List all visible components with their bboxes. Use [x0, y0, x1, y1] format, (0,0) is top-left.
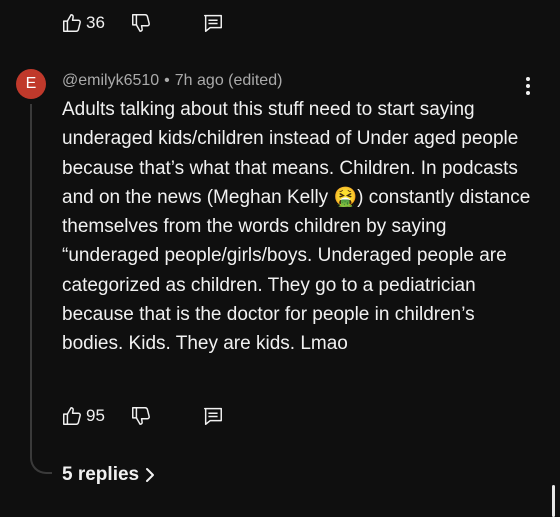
comment-meta: @emilyk6510 • 7h ago (edited) — [62, 72, 282, 90]
thumbs-down-icon[interactable] — [129, 11, 153, 35]
author-handle[interactable]: @emilyk6510 — [62, 72, 159, 89]
thumbs-down-icon[interactable] — [129, 404, 153, 428]
reply-comment-icon[interactable] — [201, 11, 225, 35]
previous-comment-actions: 36 — [60, 11, 225, 35]
view-replies-button[interactable]: 5 replies — [62, 464, 155, 486]
comment-timestamp: 7h ago (edited) — [174, 72, 283, 89]
like-count: 36 — [86, 13, 105, 32]
avatar[interactable]: E — [16, 69, 46, 99]
like-count: 95 — [86, 406, 105, 425]
comment-actions: 95 — [60, 404, 225, 428]
meta-separator: • — [164, 72, 170, 89]
thumbs-up-icon[interactable] — [60, 404, 84, 428]
scrollbar-thumb[interactable] — [552, 485, 555, 517]
comment-body: Adults talking about this stuff need to … — [62, 99, 531, 355]
thread-connector-line — [30, 104, 52, 474]
replies-label: 5 replies — [62, 464, 140, 485]
reply-comment-icon[interactable] — [201, 404, 225, 428]
thumbs-up-icon[interactable] — [60, 11, 84, 35]
chevron-right-icon — [146, 468, 155, 482]
